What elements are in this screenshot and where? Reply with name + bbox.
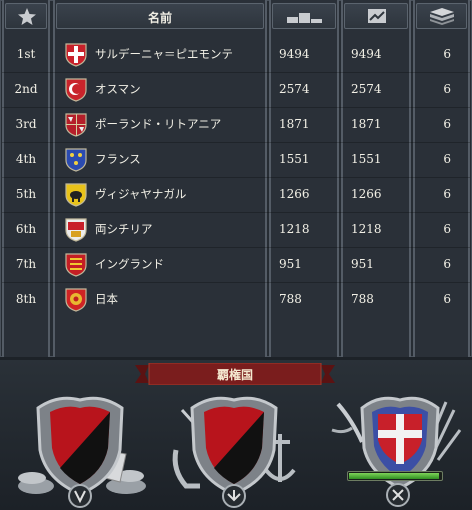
rank-cell: 8th — [15, 292, 37, 306]
podium-icon — [287, 13, 322, 23]
history-cell: 788 — [351, 292, 374, 306]
table-row[interactable]: 4th フランス 1551 1551 6 — [0, 142, 472, 177]
military-badge-icon — [386, 483, 410, 507]
score-cell: 951 — [279, 257, 302, 271]
count-header[interactable] — [416, 3, 467, 29]
country-name: フランス — [95, 152, 141, 166]
eagle-knight-flag-icon — [65, 113, 87, 137]
history-cell: 1551 — [351, 152, 382, 166]
rank-header[interactable] — [5, 3, 47, 29]
name-header-label: 名前 — [147, 11, 172, 25]
country-name: イングランド — [95, 257, 164, 271]
count-cell: 6 — [443, 222, 451, 236]
score-cell: 2574 — [279, 82, 310, 96]
score-cell: 1218 — [279, 222, 310, 236]
score-cell: 9494 — [279, 47, 310, 61]
boar-flag-icon — [65, 183, 87, 207]
economic-hegemon-slot[interactable] — [8, 390, 158, 508]
score-cell: 1871 — [279, 117, 310, 131]
count-cell: 6 — [443, 82, 451, 96]
rank-cell: 7th — [15, 257, 37, 271]
count-cell: 6 — [443, 187, 451, 201]
stack-icon — [430, 8, 454, 25]
name-header[interactable]: 名前 — [56, 3, 264, 29]
count-cell: 6 — [443, 152, 451, 166]
history-cell: 9494 — [351, 47, 382, 61]
trend-chart-icon — [368, 9, 386, 23]
table-row[interactable]: 8th 日本 788 788 6 — [0, 282, 472, 317]
score-cell: 1266 — [279, 187, 310, 201]
mon-flag-icon — [65, 288, 87, 312]
count-cell: 6 — [443, 117, 451, 131]
rank-cell: 5th — [15, 187, 37, 201]
count-cell: 6 — [443, 47, 451, 61]
country-name: 両シチリア — [95, 222, 153, 236]
table-row[interactable]: 2nd オスマン 2574 2574 6 — [0, 72, 472, 107]
country-name: オスマン — [95, 82, 141, 96]
military-progress-bar — [347, 471, 443, 481]
country-name: サルデーニャ＝ピエモンテ — [95, 47, 233, 61]
history-cell: 1871 — [351, 117, 382, 131]
star-icon — [18, 8, 36, 25]
count-cell: 6 — [443, 257, 451, 271]
table-row[interactable]: 3rd ポーランド・リトアニア 1871 1871 6 — [0, 107, 472, 142]
table-row[interactable]: 5th ヴィジャヤナガル 1266 1266 6 — [0, 177, 472, 212]
score-cell: 788 — [279, 292, 302, 306]
table-row[interactable]: 7th イングランド 951 951 6 — [0, 247, 472, 282]
naval-hegemon-slot[interactable] — [162, 390, 312, 508]
rank-cell: 4th — [15, 152, 37, 166]
lions-flag-icon — [65, 253, 87, 277]
history-cell: 1266 — [351, 187, 382, 201]
crescent-flag-icon — [65, 78, 87, 102]
score-header[interactable] — [272, 3, 336, 29]
castle-flag-icon — [65, 218, 87, 242]
history-cell: 2574 — [351, 82, 382, 96]
savoy-cross-flag-icon — [65, 43, 87, 67]
country-name: ヴィジャヤナガル — [95, 187, 187, 201]
country-name: 日本 — [95, 292, 118, 306]
rank-cell: 3rd — [15, 117, 37, 131]
rank-cell: 1st — [16, 47, 36, 61]
history-cell: 1218 — [351, 222, 382, 236]
rank-cell: 6th — [15, 222, 37, 236]
history-cell: 951 — [351, 257, 374, 271]
economic-badge-icon — [68, 484, 92, 508]
rank-cell: 2nd — [14, 82, 38, 96]
fleur-de-lis-flag-icon — [65, 148, 87, 172]
hegemony-title: 覇権国 — [216, 368, 253, 382]
history-header[interactable] — [344, 3, 408, 29]
country-name: ポーランド・リトアニア — [95, 117, 222, 131]
count-cell: 6 — [443, 292, 451, 306]
score-cell: 1551 — [279, 152, 310, 166]
table-row[interactable]: 6th 両シチリア 1218 1218 6 — [0, 212, 472, 247]
table-row[interactable]: 1st サルデーニャ＝ピエモンテ 9494 9494 6 — [0, 37, 472, 72]
military-progress-fill — [349, 473, 439, 479]
